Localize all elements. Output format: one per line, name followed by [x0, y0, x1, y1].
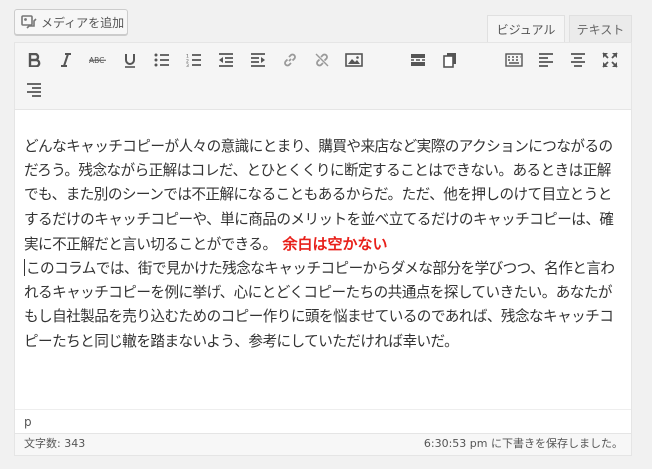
paste-word-icon [443, 53, 456, 68]
editor-content[interactable]: どんなキャッチコピーが人々の意識にとまり、購買や来店など実際のアクションにつなが… [24, 135, 624, 354]
element-path: p [15, 409, 631, 433]
bold-icon [28, 53, 41, 67]
indent-icon [251, 53, 265, 67]
underline-icon [125, 53, 135, 68]
align-left-button[interactable] [535, 49, 557, 71]
link-button[interactable] [279, 49, 301, 71]
bullet-list-icon [154, 53, 169, 67]
autosave-status: 6:30:53 pm に下書きを保存しました。 [423, 437, 623, 450]
italic-button[interactable] [55, 49, 77, 71]
bullet-list-button[interactable] [151, 49, 173, 71]
fullscreen-button[interactable] [599, 49, 621, 71]
paste-word-button[interactable] [439, 49, 461, 71]
insert-image-button[interactable] [343, 49, 365, 71]
toolbar-toggle-button[interactable] [503, 49, 525, 71]
align-center-icon [571, 53, 585, 67]
tab-text[interactable]: テキスト [569, 15, 632, 42]
image-icon [345, 53, 363, 67]
align-right-icon [27, 83, 41, 97]
editor: ABC 123 どんなキャッチコピーが人々の意識にとまり、購買や来店など実際のア… [14, 42, 632, 456]
paragraph-2-text: このコラムでは、街で見かけた残念なキャッチコピーからダメな部分を学びつつ、名作と… [24, 260, 615, 350]
status-bar: 文字数: 343 6:30:53 pm に下書きを保存しました。 [15, 433, 631, 455]
word-count: 文字数: 343 [24, 437, 86, 450]
indent-button[interactable] [247, 49, 269, 71]
text-caret [24, 259, 25, 277]
strikethrough-button[interactable]: ABC [87, 49, 109, 71]
insert-more-button[interactable] [407, 49, 429, 71]
underline-button[interactable] [119, 49, 141, 71]
outdent-button[interactable] [215, 49, 237, 71]
link-icon [284, 53, 296, 67]
editor-toolbar: ABC 123 [15, 43, 631, 110]
add-media-button[interactable]: メディアを追加 [14, 9, 128, 35]
align-left-icon [539, 53, 553, 67]
paragraph-1: どんなキャッチコピーが人々の意識にとまり、購買や来店など実際のアクションにつなが… [24, 135, 624, 257]
strikethrough-icon: ABC [89, 56, 106, 65]
element-path-label[interactable]: p [24, 415, 32, 429]
paragraph-2: このコラムでは、街で見かけた残念なキャッチコピーからダメな部分を学びつつ、名作と… [24, 257, 624, 354]
align-center-button[interactable] [567, 49, 589, 71]
align-right-button[interactable] [23, 79, 45, 101]
annotation-label: 余白は空かない [282, 234, 388, 253]
fullscreen-icon [602, 52, 618, 68]
outdent-icon [219, 53, 233, 67]
media-icon [21, 15, 37, 29]
add-media-label: メディアを追加 [41, 15, 125, 30]
numbered-list-button[interactable]: 123 [183, 49, 205, 71]
unlink-icon [315, 53, 329, 67]
insert-more-icon [411, 54, 425, 66]
bold-button[interactable] [23, 49, 45, 71]
svg-text:3: 3 [186, 63, 189, 67]
numbered-list-icon: 123 [186, 54, 201, 67]
toolbar-toggle-icon [505, 53, 523, 67]
italic-icon [61, 53, 71, 67]
unlink-button[interactable] [311, 49, 333, 71]
tab-visual[interactable]: ビジュアル [487, 15, 565, 43]
